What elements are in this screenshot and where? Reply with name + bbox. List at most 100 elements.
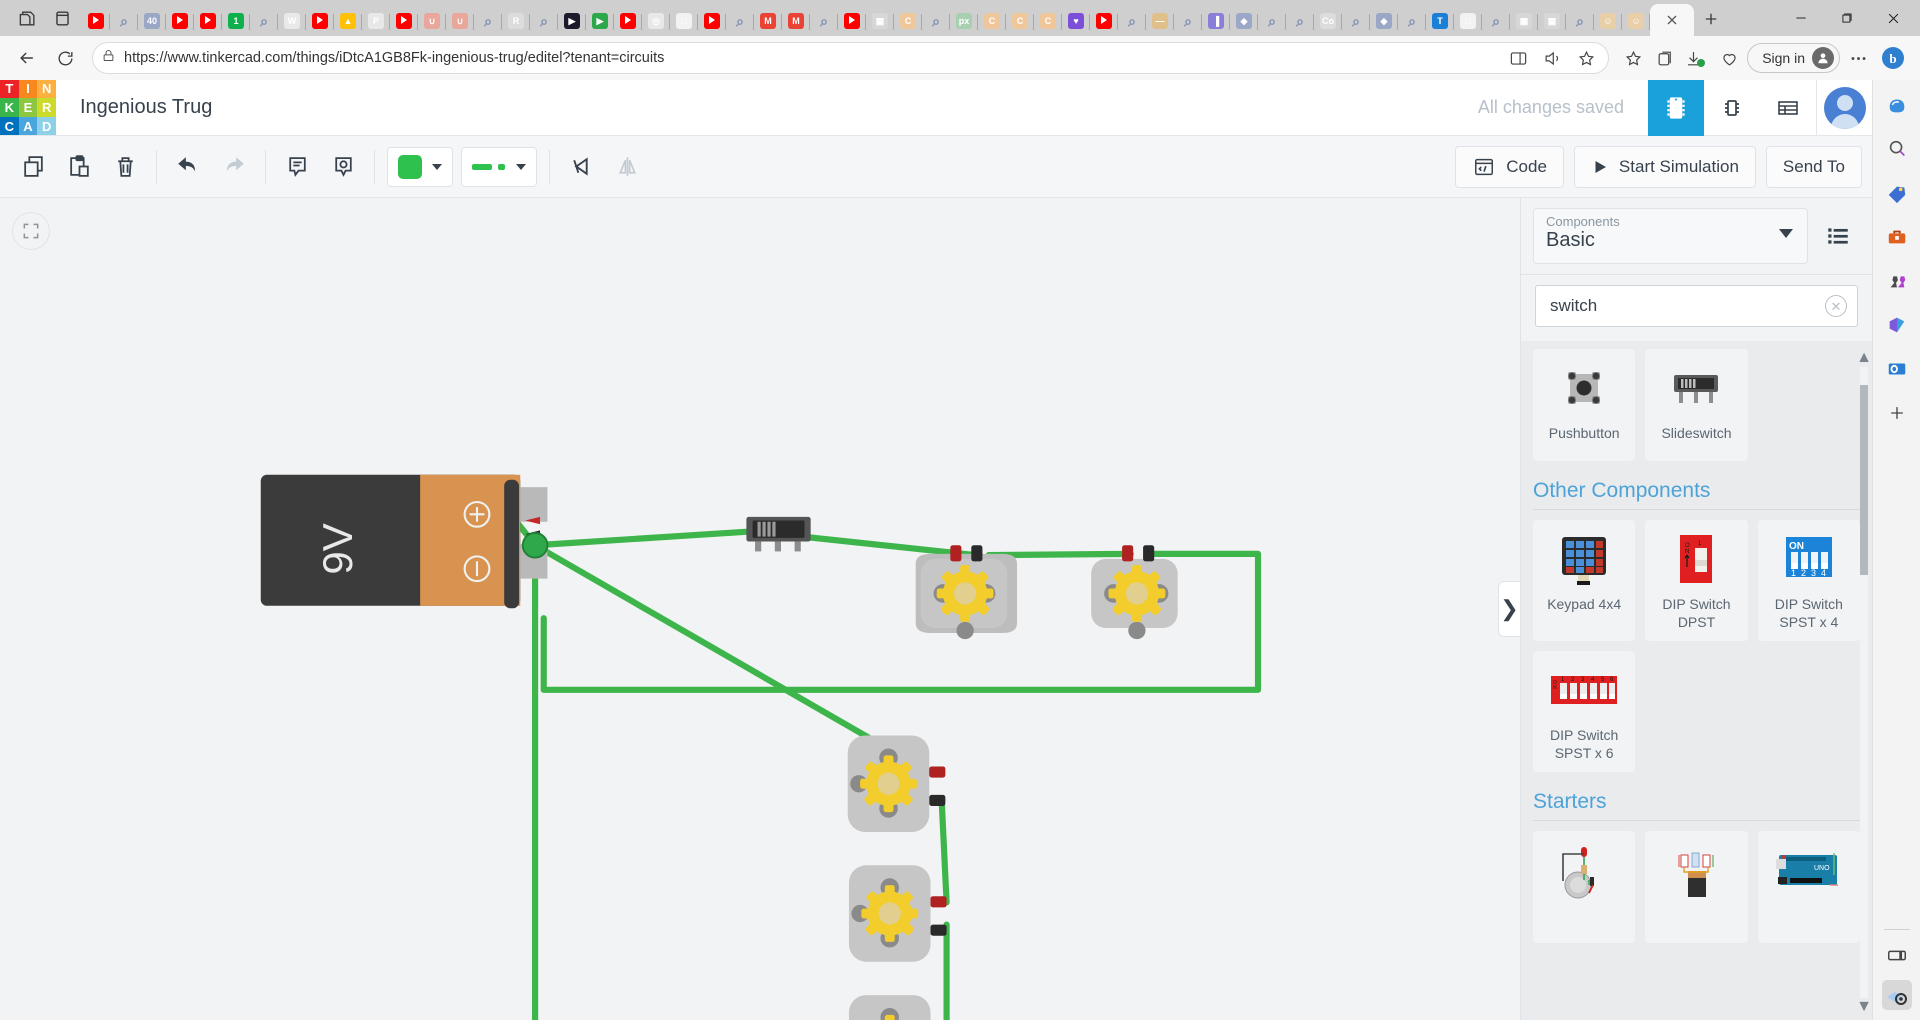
tab-item[interactable]: ◆ — [1230, 6, 1258, 36]
panel-results[interactable]: Pushbutton Slideswitch Other Components … — [1521, 341, 1872, 1020]
tab-item[interactable]: R — [502, 6, 530, 36]
components-list-icon[interactable] — [1760, 80, 1816, 136]
paste-icon[interactable] — [56, 144, 102, 190]
motor-5[interactable] — [848, 995, 947, 1020]
tab-item[interactable]: ∪ — [446, 6, 474, 36]
mirror-icon[interactable] — [604, 144, 650, 190]
outlook-icon[interactable] — [1882, 354, 1912, 384]
panel-collapse-handle[interactable]: ❯ — [1498, 581, 1520, 637]
tab-item[interactable]: ▦ — [1538, 6, 1566, 36]
component-card-keypad[interactable]: Keypad 4x4 — [1533, 520, 1636, 641]
favorites-icon[interactable] — [1619, 44, 1647, 72]
tab-active-tinkercad[interactable] — [1650, 4, 1694, 36]
tab-item[interactable]: Co — [1314, 6, 1342, 36]
tab-item[interactable]: C — [894, 6, 922, 36]
scrollbar-thumb[interactable] — [1860, 385, 1868, 575]
tab-item[interactable]: ⌕ — [1482, 6, 1510, 36]
tab-search-icon[interactable] — [18, 9, 37, 28]
delete-icon[interactable] — [102, 144, 148, 190]
shopping-tag-icon[interactable] — [1882, 178, 1912, 208]
slideswitch-top[interactable] — [746, 516, 811, 552]
component-library-select[interactable]: Components Basic — [1533, 208, 1808, 264]
schematic-view-icon[interactable] — [1704, 80, 1760, 136]
starter-card-led-coincell[interactable] — [1533, 831, 1636, 943]
tab-item[interactable]: ▶ — [558, 6, 586, 36]
tab-item[interactable] — [82, 6, 110, 36]
tab-item[interactable]: ⌕ — [530, 6, 558, 36]
copy-icon[interactable] — [10, 144, 56, 190]
new-tab-button[interactable] — [1694, 2, 1728, 36]
scroll-up-icon[interactable]: ▲ — [1856, 349, 1872, 366]
tab-item[interactable]: ⌕ — [1566, 6, 1594, 36]
circuit-diagram[interactable]: 9V — [0, 198, 1520, 1020]
component-card-pushbutton[interactable]: Pushbutton — [1533, 349, 1636, 461]
component-card-slideswitch[interactable]: Slideswitch — [1645, 349, 1748, 461]
tab-item[interactable] — [166, 6, 194, 36]
tab-item[interactable]: □ — [1454, 6, 1482, 36]
scroll-down-icon[interactable]: ▼ — [1856, 998, 1872, 1015]
tab-item[interactable]: ⌕ — [1286, 6, 1314, 36]
tab-item[interactable]: — — [1146, 6, 1174, 36]
downloads-icon[interactable] — [1683, 44, 1711, 72]
tab-item[interactable] — [306, 6, 334, 36]
wire-junctions[interactable] — [512, 531, 853, 1020]
profile-avatar[interactable] — [1812, 47, 1834, 69]
circuit-canvas[interactable]: 9V ❯ — [0, 198, 1520, 1020]
back-button[interactable] — [10, 41, 44, 75]
tab-item[interactable]: C — [978, 6, 1006, 36]
tab-item[interactable]: ▶ — [586, 6, 614, 36]
tab-item[interactable]: ⌕ — [726, 6, 754, 36]
vertical-tabs-icon[interactable] — [53, 9, 72, 28]
redo-icon[interactable] — [211, 144, 257, 190]
tab-item[interactable]: 1 — [222, 6, 250, 36]
wire-color-picker[interactable] — [387, 146, 453, 187]
tab-item[interactable]: 40 — [138, 6, 166, 36]
settings-icon[interactable] — [1881, 980, 1912, 1010]
browser-essentials-icon[interactable] — [1715, 44, 1743, 72]
minimize-button[interactable] — [1778, 0, 1824, 36]
undo-icon[interactable] — [165, 144, 211, 190]
sign-in-button[interactable]: Sign in — [1747, 43, 1840, 73]
tab-item[interactable]: ⌕ — [1342, 6, 1370, 36]
tinkercad-logo[interactable]: T I N K E R C A D — [0, 79, 56, 136]
tab-item[interactable]: ∪ — [418, 6, 446, 36]
tab-item[interactable]: M — [782, 6, 810, 36]
tab-item[interactable]: ▐ — [1202, 6, 1230, 36]
tab-item[interactable] — [390, 6, 418, 36]
list-view-toggle[interactable] — [1816, 214, 1860, 258]
tab-item[interactable] — [194, 6, 222, 36]
start-simulation-button[interactable]: Start Simulation — [1573, 145, 1756, 188]
settings-menu-icon[interactable] — [1844, 44, 1872, 72]
tab-item[interactable] — [698, 6, 726, 36]
copilot-icon-side[interactable] — [1882, 90, 1912, 120]
starter-card-rgb-9v[interactable] — [1645, 831, 1748, 943]
starter-card-arduino[interactable]: UNO — [1757, 831, 1860, 943]
add-icon[interactable] — [1882, 398, 1912, 428]
tab-item[interactable]: M — [754, 6, 782, 36]
url-bar[interactable]: https://www.tinkercad.com/things/iDtcA1G… — [92, 42, 1610, 74]
tools-icon[interactable] — [1882, 222, 1912, 252]
split-screen-icon-side[interactable] — [1882, 940, 1912, 970]
tab-item[interactable]: P — [362, 6, 390, 36]
collections-icon[interactable] — [1651, 44, 1679, 72]
design-title[interactable]: Ingenious Trug — [80, 96, 212, 119]
tab-item[interactable]: ▦ — [1510, 6, 1538, 36]
motor-4[interactable] — [848, 865, 947, 962]
component-card-dip-spst6[interactable]: O N 1 2 3 4 5 6 DIP Switch SPST x 6 — [1533, 651, 1636, 772]
tab-item[interactable]: ◆ — [1370, 6, 1398, 36]
split-screen-icon[interactable] — [1504, 44, 1532, 72]
battery-9v[interactable]: 9V — [260, 474, 548, 609]
tab-item[interactable]: px — [950, 6, 978, 36]
favorite-star-icon[interactable] — [1572, 44, 1600, 72]
tab-item[interactable] — [614, 6, 642, 36]
tab-item[interactable]: ▲ — [334, 6, 362, 36]
search-input[interactable] — [1550, 296, 1825, 316]
tab-item[interactable]: ⌕ — [1258, 6, 1286, 36]
restore-button[interactable] — [1824, 0, 1870, 36]
annotation-icon[interactable] — [320, 144, 366, 190]
motor-2[interactable] — [1091, 545, 1178, 640]
tab-item[interactable]: ⌕ — [810, 6, 838, 36]
tab-item[interactable] — [838, 6, 866, 36]
tab-item[interactable]: ▦ — [866, 6, 894, 36]
clear-search-icon[interactable]: ✕ — [1825, 295, 1847, 317]
